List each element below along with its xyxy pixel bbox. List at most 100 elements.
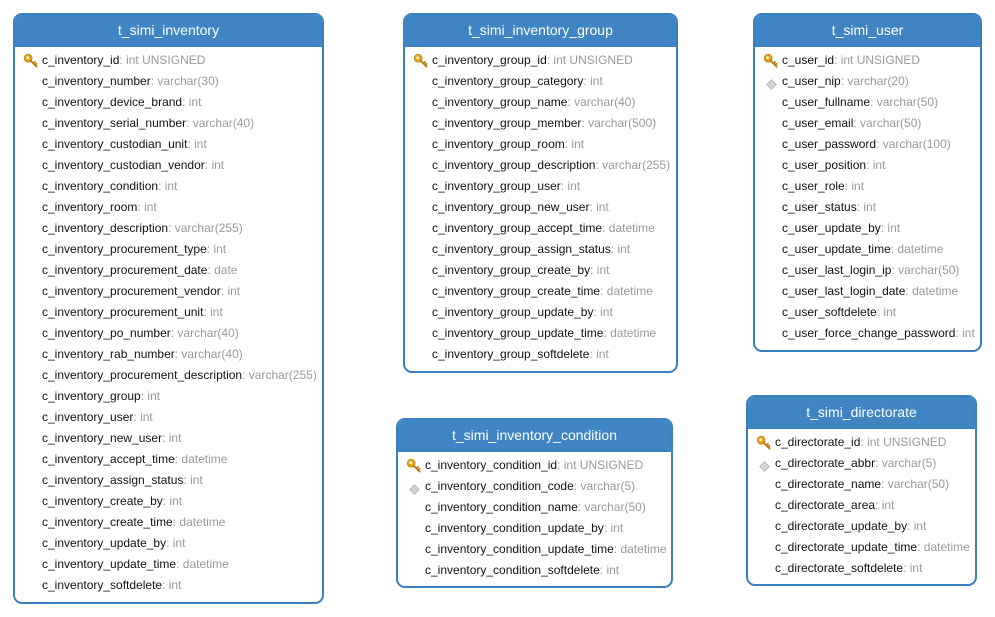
column-row[interactable]: c_inventory_number: varchar(30) — [15, 71, 322, 92]
column-row[interactable]: c_user_role: int — [755, 176, 980, 197]
column-row[interactable]: c_directorate_update_time: datetime — [748, 537, 975, 558]
column-row[interactable]: c_inventory_new_user: int — [15, 428, 322, 449]
column-name: c_inventory_accept_time — [42, 452, 175, 466]
column-row[interactable]: c_inventory_procurement_vendor: int — [15, 281, 322, 302]
column-row[interactable]: c_user_update_time: datetime — [755, 239, 980, 260]
column-type: varchar(20) — [847, 74, 909, 88]
column-name: c_user_update_by — [782, 221, 881, 235]
column-row[interactable]: c_inventory_group_update_time: datetime — [405, 323, 676, 344]
column-row[interactable]: c_directorate_softdelete: int — [748, 558, 975, 579]
column-row[interactable]: c_user_id: int UNSIGNED — [755, 50, 980, 71]
column-separator: : — [557, 458, 564, 472]
table-t-simi-inventory[interactable]: t_simi_inventory c_inventory_id: int UNS… — [13, 13, 324, 604]
column-row[interactable]: c_inventory_group_update_by: int — [405, 302, 676, 323]
column-row[interactable]: c_user_last_login_date: datetime — [755, 281, 980, 302]
column-name: c_inventory_update_time — [42, 557, 177, 571]
column-name: c_user_update_time — [782, 242, 891, 256]
column-row[interactable]: c_inventory_procurement_unit: int — [15, 302, 322, 323]
column-name: c_user_softdelete — [782, 305, 877, 319]
column-row[interactable]: c_directorate_abbr: varchar(5) — [748, 453, 975, 474]
column-row[interactable]: c_inventory_condition_update_time: datet… — [398, 539, 671, 560]
column-row[interactable]: c_user_update_by: int — [755, 218, 980, 239]
column-name: c_user_email — [782, 116, 854, 130]
column-row[interactable]: c_inventory_group_user: int — [405, 176, 676, 197]
column-row[interactable]: c_inventory_procurement_date: date — [15, 260, 322, 281]
column-separator: : — [876, 137, 883, 151]
column-row[interactable]: c_inventory_procurement_type: int — [15, 239, 322, 260]
column-row[interactable]: c_inventory_condition_name: varchar(50) — [398, 497, 671, 518]
column-row[interactable]: c_user_password: varchar(100) — [755, 134, 980, 155]
column-type: varchar(255) — [248, 368, 317, 382]
column-row[interactable]: c_inventory_group_softdelete: int — [405, 344, 676, 365]
column-type: varchar(5) — [580, 479, 636, 493]
primary-key-icon — [23, 53, 38, 68]
column-row[interactable]: c_inventory_group_category: int — [405, 71, 676, 92]
column-row[interactable]: c_user_force_change_password: int — [755, 323, 980, 344]
column-row[interactable]: c_directorate_id: int UNSIGNED — [748, 432, 975, 453]
column-row[interactable]: c_inventory_rab_number: varchar(40) — [15, 344, 322, 365]
column-row[interactable]: c_inventory_serial_number: varchar(40) — [15, 113, 322, 134]
column-row[interactable]: c_inventory_procurement_description: var… — [15, 365, 322, 386]
column-row[interactable]: c_user_email: varchar(50) — [755, 113, 980, 134]
column-row[interactable]: c_user_status: int — [755, 197, 980, 218]
column-type: int — [144, 200, 157, 214]
column-row[interactable]: c_user_fullname: varchar(50) — [755, 92, 980, 113]
column-row[interactable]: c_inventory_group_name: varchar(40) — [405, 92, 676, 113]
table-t-simi-directorate[interactable]: t_simi_directorate c_directorate_id: int… — [746, 395, 977, 586]
column-name: c_user_id — [782, 53, 835, 67]
column-row[interactable]: c_inventory_group_create_by: int — [405, 260, 676, 281]
column-row[interactable]: c_directorate_area: int — [748, 495, 975, 516]
column-type: varchar(100) — [882, 137, 951, 151]
column-row[interactable]: c_inventory_condition: int — [15, 176, 322, 197]
column-row[interactable]: c_inventory_create_by: int — [15, 491, 322, 512]
column-row[interactable]: c_inventory_accept_time: datetime — [15, 449, 322, 470]
column-type: int — [610, 521, 624, 535]
column-name: c_inventory_group_update_by — [432, 305, 594, 319]
column-row[interactable]: c_directorate_name: varchar(50) — [748, 474, 975, 495]
column-name: c_inventory_group_description — [432, 158, 596, 172]
column-row[interactable]: c_inventory_condition_update_by: int — [398, 518, 671, 539]
column-row[interactable]: c_inventory_group_member: varchar(500) — [405, 113, 676, 134]
column-row[interactable]: c_user_softdelete: int — [755, 302, 980, 323]
column-type: int — [600, 305, 613, 319]
table-t-simi-user[interactable]: t_simi_user c_user_id: int UNSIGNED c_use… — [753, 13, 982, 352]
table-t-simi-inventory-condition[interactable]: t_simi_inventory_condition c_inventory_c… — [396, 418, 673, 588]
column-row[interactable]: c_inventory_condition_code: varchar(5) — [398, 476, 671, 497]
column-row[interactable]: c_inventory_id: int UNSIGNED — [15, 50, 322, 71]
column-name: c_directorate_abbr — [775, 456, 876, 470]
column-row[interactable]: c_inventory_group_new_user: int — [405, 197, 676, 218]
column-row[interactable]: c_inventory_group_assign_status: int — [405, 239, 676, 260]
column-row[interactable]: c_inventory_user: int — [15, 407, 322, 428]
column-row[interactable]: c_inventory_device_brand: int — [15, 92, 322, 113]
column-separator: : — [870, 95, 877, 109]
column-row[interactable]: c_inventory_softdelete: int — [15, 575, 322, 596]
column-type: int UNSIGNED — [126, 53, 206, 67]
column-row[interactable]: c_inventory_assign_status: int — [15, 470, 322, 491]
column-row[interactable]: c_inventory_room: int — [15, 197, 322, 218]
column-row[interactable]: c_inventory_custodian_unit: int — [15, 134, 322, 155]
column-row[interactable]: c_inventory_create_time: datetime — [15, 512, 322, 533]
column-type: int — [881, 498, 895, 512]
column-row[interactable]: c_inventory_group_description: varchar(2… — [405, 155, 676, 176]
column-row[interactable]: c_directorate_update_by: int — [748, 516, 975, 537]
column-row[interactable]: c_inventory_update_time: datetime — [15, 554, 322, 575]
column-row[interactable]: c_inventory_description: varchar(255) — [15, 218, 322, 239]
column-row[interactable]: c_inventory_custodian_vendor: int — [15, 155, 322, 176]
column-row[interactable]: c_user_nip: varchar(20) — [755, 71, 980, 92]
column-type: int — [883, 305, 897, 319]
column-row[interactable]: c_inventory_po_number: varchar(40) — [15, 323, 322, 344]
column-row[interactable]: c_inventory_group_create_time: datetime — [405, 281, 676, 302]
column-row[interactable]: c_inventory_condition_id: int UNSIGNED — [398, 455, 671, 476]
column-row[interactable]: c_user_position: int — [755, 155, 980, 176]
table-t-simi-inventory-group[interactable]: t_simi_inventory_group c_inventory_group… — [403, 13, 678, 373]
column-row[interactable]: c_inventory_update_by: int — [15, 533, 322, 554]
unique-index-icon — [759, 458, 770, 472]
column-row[interactable]: c_inventory_condition_softdelete: int — [398, 560, 671, 581]
column-row[interactable]: c_inventory_group_room: int — [405, 134, 676, 155]
column-row[interactable]: c_inventory_group: int — [15, 386, 322, 407]
column-row[interactable]: c_user_last_login_ip: varchar(50) — [755, 260, 980, 281]
column-type: varchar(50) — [887, 477, 950, 491]
column-separator: : — [158, 179, 165, 193]
column-row[interactable]: c_inventory_group_id: int UNSIGNED — [405, 50, 676, 71]
column-row[interactable]: c_inventory_group_accept_time: datetime — [405, 218, 676, 239]
